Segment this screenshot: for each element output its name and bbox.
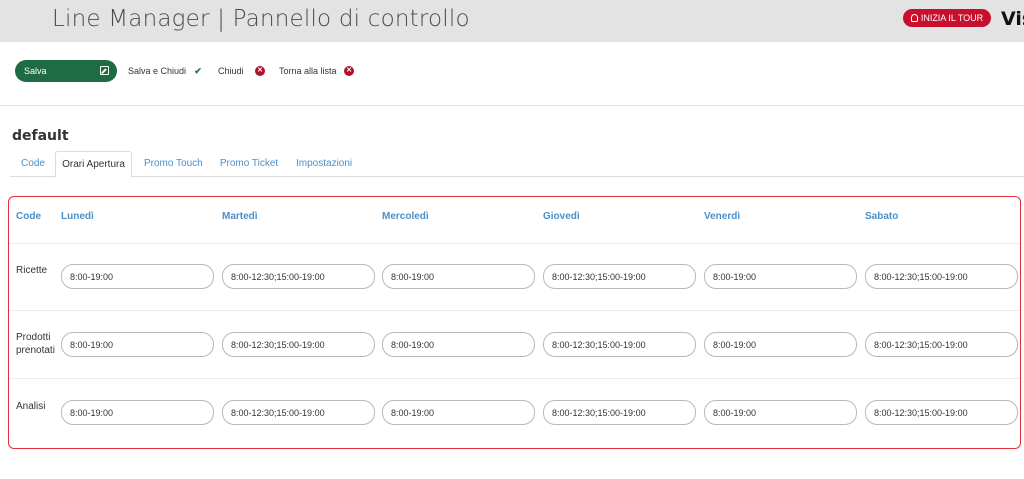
close-circle-icon[interactable]: ✕ (255, 66, 265, 76)
hours-input-prodotti-wednesday[interactable] (382, 332, 535, 357)
column-header-code: Code (16, 211, 41, 222)
lightbulb-icon (910, 14, 918, 22)
hours-input-prodotti-monday[interactable] (61, 332, 214, 357)
save-and-close-button[interactable]: Salva e Chiudi (128, 65, 186, 77)
hours-input-analisi-monday[interactable] (61, 400, 214, 425)
tab-bar: Code Orari Apertura Promo Touch Promo Ti… (10, 151, 1024, 178)
tab-promo-touch[interactable]: Promo Touch (144, 151, 203, 177)
start-tour-button[interactable]: INIZIA IL TOUR (903, 9, 991, 27)
row-label-analisi: Analisi (16, 401, 46, 412)
row-divider (9, 243, 1020, 244)
brand-logo: Vis (1001, 8, 1024, 30)
hours-input-prodotti-thursday[interactable] (543, 332, 696, 357)
column-header-saturday: Sabato (865, 211, 899, 222)
close-circle-icon[interactable]: ✕ (344, 66, 354, 76)
tab-orari-apertura[interactable]: Orari Apertura (55, 151, 132, 178)
hours-input-ricette-wednesday[interactable] (382, 264, 535, 289)
hours-input-analisi-tuesday[interactable] (222, 400, 375, 425)
hours-input-prodotti-friday[interactable] (704, 332, 857, 357)
hours-input-ricette-monday[interactable] (61, 264, 214, 289)
column-header-tuesday: Martedì (222, 211, 258, 222)
hours-input-ricette-saturday[interactable] (865, 264, 1018, 289)
hours-input-ricette-thursday[interactable] (543, 264, 696, 289)
hours-input-ricette-friday[interactable] (704, 264, 857, 289)
page-title: Line Manager | Pannello di controllo (52, 6, 470, 32)
edit-icon (100, 66, 109, 75)
hours-input-analisi-friday[interactable] (704, 400, 857, 425)
hours-input-analisi-thursday[interactable] (543, 400, 696, 425)
hours-input-prodotti-saturday[interactable] (865, 332, 1018, 357)
section-title: default (12, 128, 69, 144)
tab-code[interactable]: Code (20, 151, 46, 177)
column-header-friday: Venerdì (704, 211, 741, 222)
app-header: Line Manager | Pannello di controllo INI… (0, 0, 1024, 42)
hours-input-ricette-tuesday[interactable] (222, 264, 375, 289)
save-button[interactable]: Salva (15, 60, 117, 82)
hours-input-analisi-wednesday[interactable] (382, 400, 535, 425)
opening-hours-table: Code Lunedì Martedì Mercoledì Giovedì Ve… (8, 196, 1021, 449)
close-button[interactable]: Chiudi (218, 65, 244, 77)
column-header-monday: Lunedì (61, 211, 94, 222)
column-header-thursday: Giovedì (543, 211, 580, 222)
hours-input-prodotti-tuesday[interactable] (222, 332, 375, 357)
tab-promo-ticket[interactable]: Promo Ticket (219, 151, 279, 177)
hours-input-analisi-saturday[interactable] (865, 400, 1018, 425)
row-label-prodotti-prenotati: Prodotti prenotati (16, 332, 55, 356)
start-tour-label: INIZIA IL TOUR (920, 13, 984, 23)
row-divider (9, 310, 1020, 311)
action-toolbar: Salva Salva e Chiudi ✔ Chiudi ✕ Torna al… (0, 42, 1024, 106)
row-divider (9, 378, 1020, 379)
row-label-ricette: Ricette (16, 265, 48, 276)
check-icon[interactable]: ✔ (193, 66, 203, 76)
tab-impostazioni[interactable]: Impostazioni (296, 151, 352, 177)
save-button-label: Salva (24, 66, 47, 76)
column-header-wednesday: Mercoledì (382, 211, 429, 222)
back-to-list-button[interactable]: Torna alla lista (279, 65, 337, 77)
